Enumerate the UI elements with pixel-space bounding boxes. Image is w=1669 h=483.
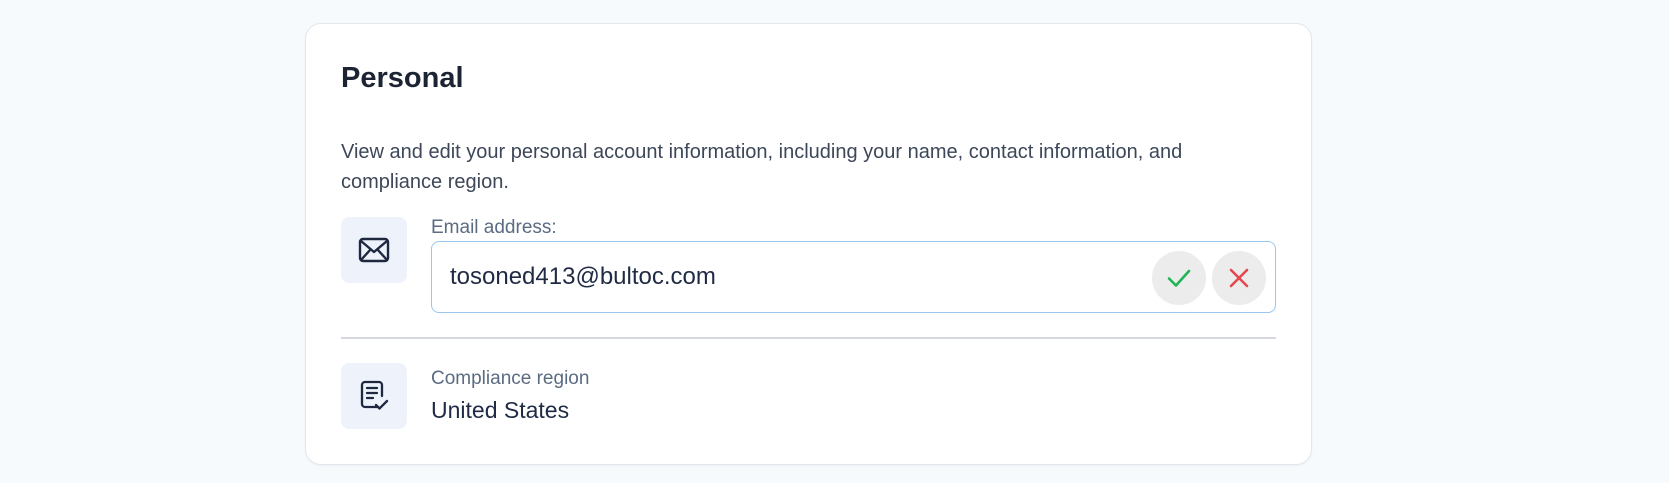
document-check-icon xyxy=(360,380,389,410)
envelope-icon xyxy=(358,237,390,263)
section-title: Personal xyxy=(341,62,464,94)
email-icon-box xyxy=(341,217,407,283)
email-input[interactable] xyxy=(450,242,1130,312)
close-icon xyxy=(1229,268,1249,288)
confirm-email-button[interactable] xyxy=(1152,251,1206,305)
section-divider xyxy=(341,337,1276,339)
section-description: View and edit your personal account info… xyxy=(341,141,1183,193)
check-icon xyxy=(1167,269,1191,287)
email-label: Email address: xyxy=(431,217,557,238)
region-icon-box xyxy=(341,363,407,429)
email-field-wrapper xyxy=(431,241,1276,313)
cancel-email-button[interactable] xyxy=(1212,251,1266,305)
region-value: United States xyxy=(431,397,570,423)
region-label: Compliance region xyxy=(431,368,590,389)
personal-card: Personal View and edit your personal acc… xyxy=(305,23,1312,465)
